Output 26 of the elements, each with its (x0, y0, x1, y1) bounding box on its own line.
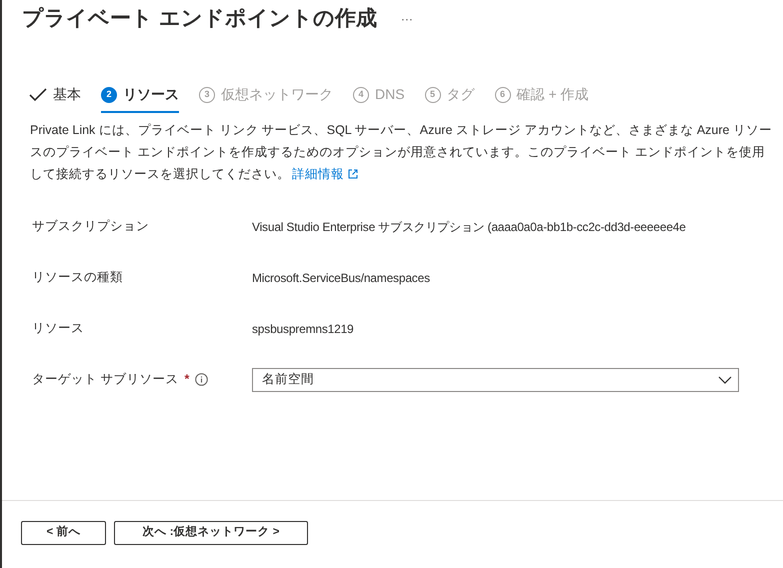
external-link-icon (348, 169, 358, 179)
required-marker: * (184, 371, 190, 388)
step-number-icon: 3 (199, 86, 215, 102)
info-icon[interactable] (195, 373, 208, 386)
next-button[interactable]: 次へ :仮想ネットワーク > (114, 521, 308, 545)
more-button[interactable]: ··· (400, 10, 413, 28)
step-number-icon: 5 (424, 86, 441, 102)
field-label: サブスクリプション (32, 218, 149, 236)
field-label: リソース (32, 320, 84, 338)
step-number-icon: 4 (353, 86, 369, 102)
step-number-icon: 2 (101, 86, 117, 102)
step-number-icon: 6 (494, 86, 511, 102)
field-value: spsbuspremns1219 (252, 320, 354, 338)
description-text: Private Link には、プライベート リンク サービス、SQL サーバー、Azure ストレージ アカウントなど、さまざまな Azure リソースのプライベート エンドポイントを作成するためのオプションが用意されています。このプライベート エンドポイントを使用して接続するリソースを選択してください。 詳細情報 (2, 119, 783, 185)
page-title: プライベート エンドポイントの作成 (22, 6, 377, 32)
previous-button[interactable]: < 前へ (21, 521, 106, 545)
wizard-tab[interactable]: 基本 (29, 84, 81, 113)
field-value: Visual Studio Enterprise サブスクリプション (aaaa0a0a-bb1b-cc2c-dd3d-eeeeee4e (252, 218, 686, 236)
field-label: ターゲット サブリソース (32, 371, 178, 388)
checkmark-icon (29, 88, 47, 102)
field-label: リソースの種類 (32, 269, 123, 286)
wizard-tab[interactable]: 2 リソース (101, 84, 179, 113)
chevron-down-icon (718, 376, 732, 384)
learn-more-link[interactable]: 詳細情報 (292, 163, 358, 185)
field-value: Microsoft.ServiceBus/namespaces (252, 270, 430, 286)
subresource-dropdown[interactable]: 名前空間 (252, 368, 739, 392)
